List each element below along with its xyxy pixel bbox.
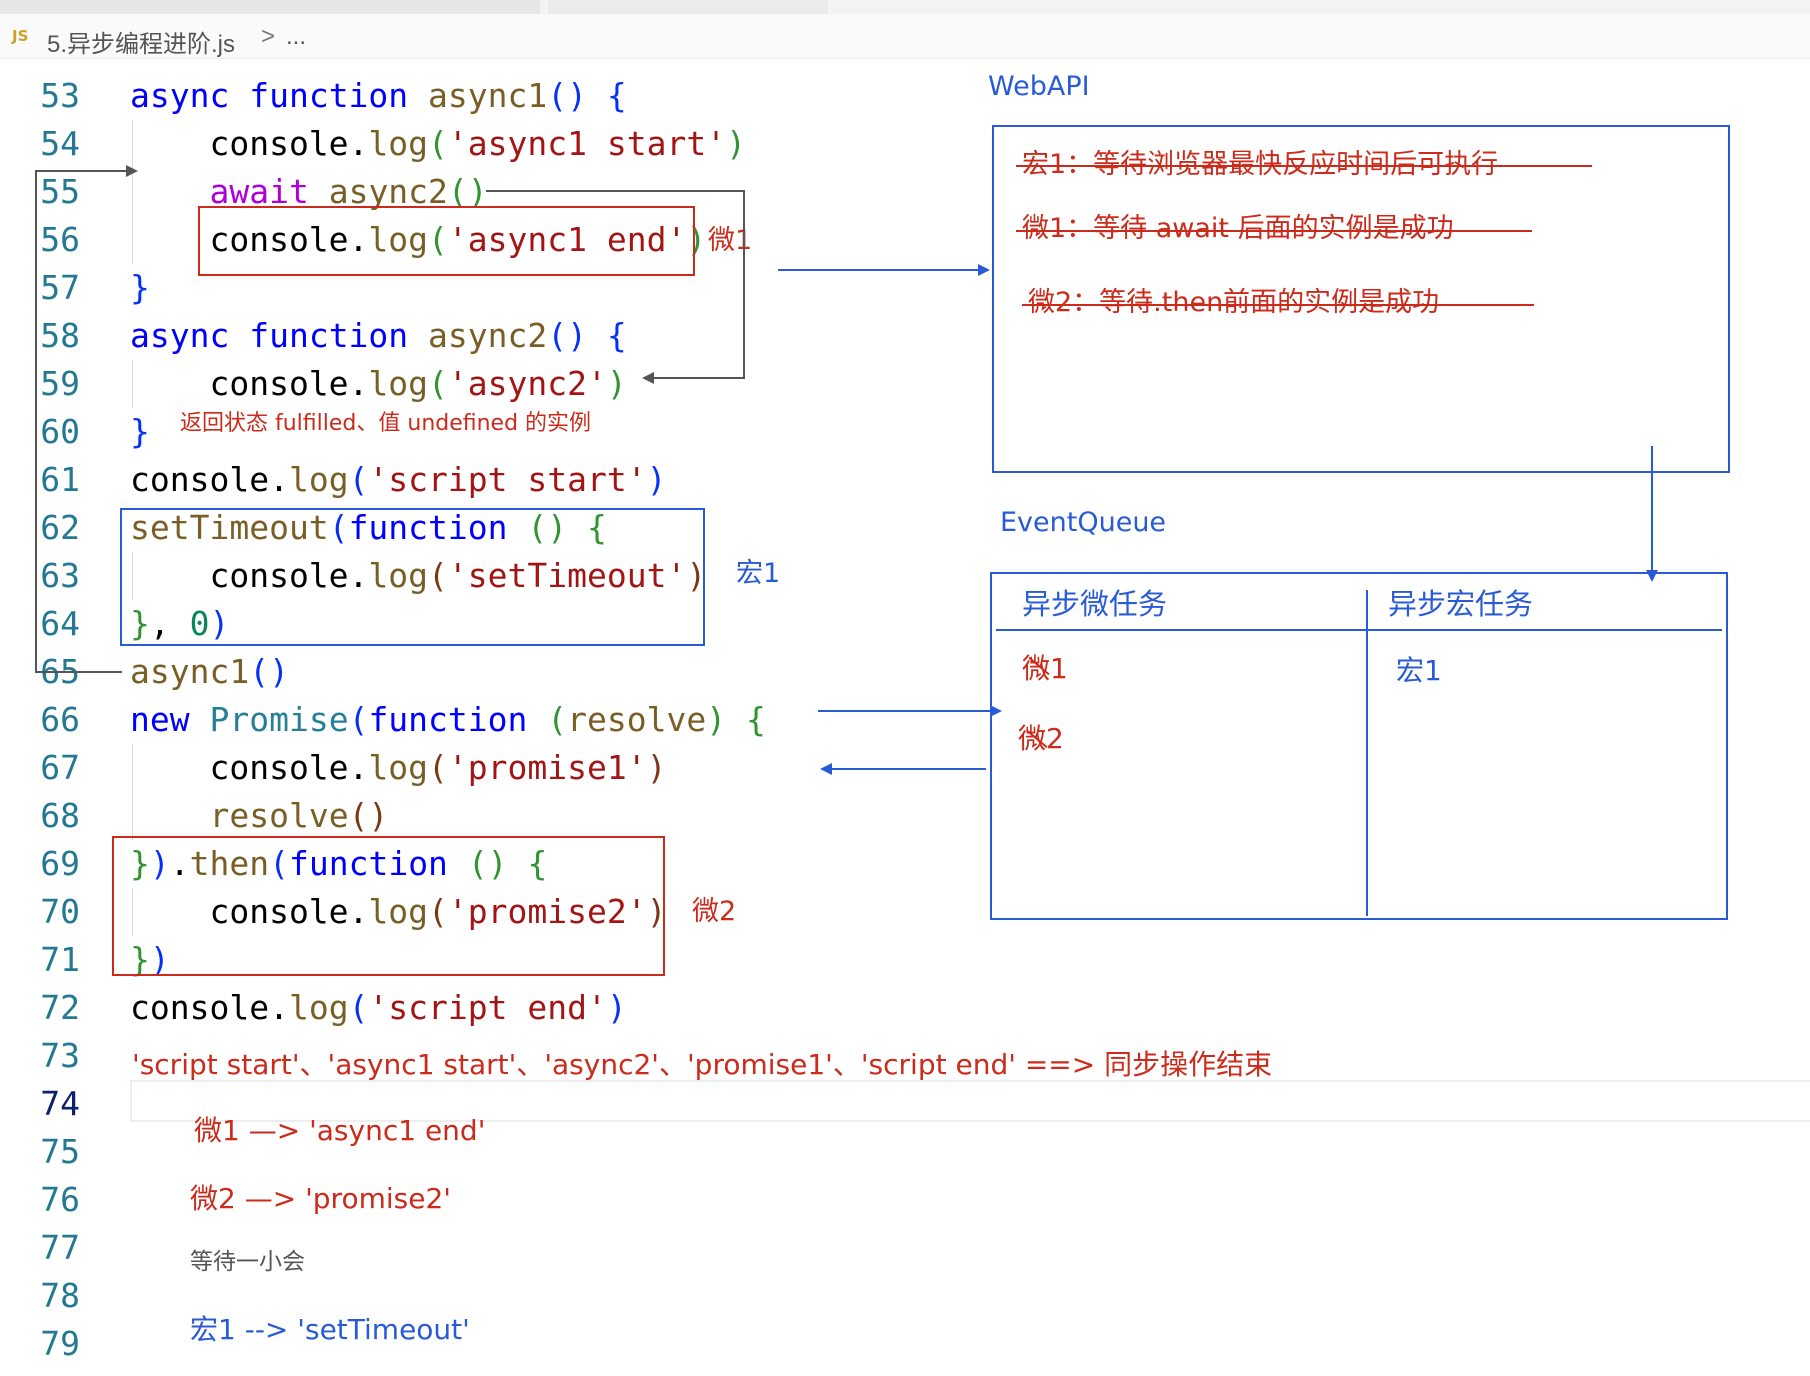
call-async1-arrow <box>35 165 138 673</box>
call-async2-arrow <box>486 190 745 384</box>
flow-arrows <box>35 165 1658 775</box>
